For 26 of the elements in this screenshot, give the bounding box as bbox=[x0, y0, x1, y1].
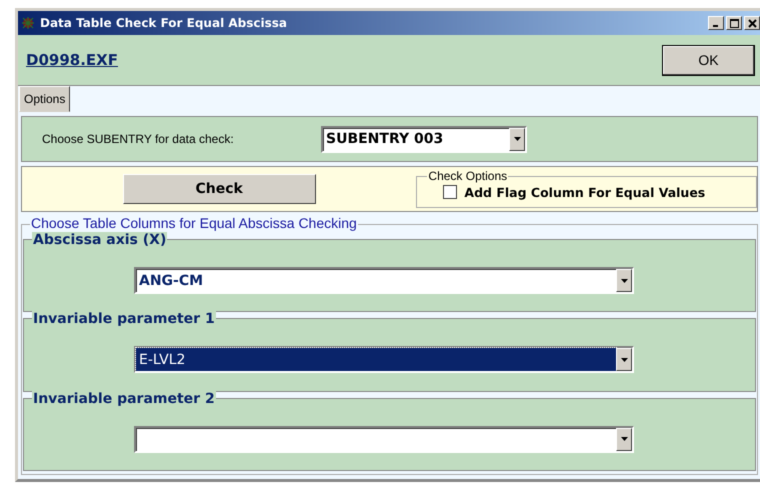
flag-column-checkbox[interactable]: Add Flag Column For Equal Values bbox=[443, 184, 706, 200]
subentry-label: Choose SUBENTRY for data check: bbox=[42, 132, 235, 146]
dropdown-arrow-icon bbox=[620, 278, 628, 283]
group-title: Invariable parameter 2 bbox=[32, 390, 216, 407]
group-title: Choose Table Columns for Equal Abscissa Checking bbox=[30, 215, 358, 231]
ok-button[interactable]: OK bbox=[662, 44, 755, 76]
maximize-icon bbox=[730, 18, 738, 28]
column-dropdown[interactable]: ANG-CM bbox=[134, 267, 634, 294]
close-button[interactable] bbox=[744, 16, 760, 30]
subentry-dropdown[interactable]: SUBENTRY 003 bbox=[321, 126, 527, 152]
maximize-button[interactable] bbox=[726, 16, 742, 30]
dropdown-arrow-icon bbox=[620, 437, 628, 442]
dropdown-arrow-icon bbox=[620, 358, 628, 362]
column-dropdown[interactable]: E-LVL2 bbox=[134, 346, 634, 374]
group-title: Abscissa axis (X) bbox=[32, 232, 168, 248]
minimize-button[interactable] bbox=[708, 16, 724, 30]
group-title: Check Options bbox=[427, 169, 508, 183]
column-dropdown[interactable] bbox=[134, 426, 634, 453]
group-title: Invariable parameter 1 bbox=[32, 311, 216, 328]
close-icon bbox=[748, 18, 756, 28]
window-title: Data Table Check For Equal Abscissa bbox=[40, 16, 287, 30]
dropdown-arrow-icon bbox=[514, 137, 520, 141]
check-button[interactable]: Check bbox=[122, 174, 316, 204]
file-link[interactable]: D0998.EXF bbox=[26, 51, 118, 69]
app-icon bbox=[21, 16, 35, 30]
options-tab[interactable]: Options bbox=[19, 86, 70, 112]
